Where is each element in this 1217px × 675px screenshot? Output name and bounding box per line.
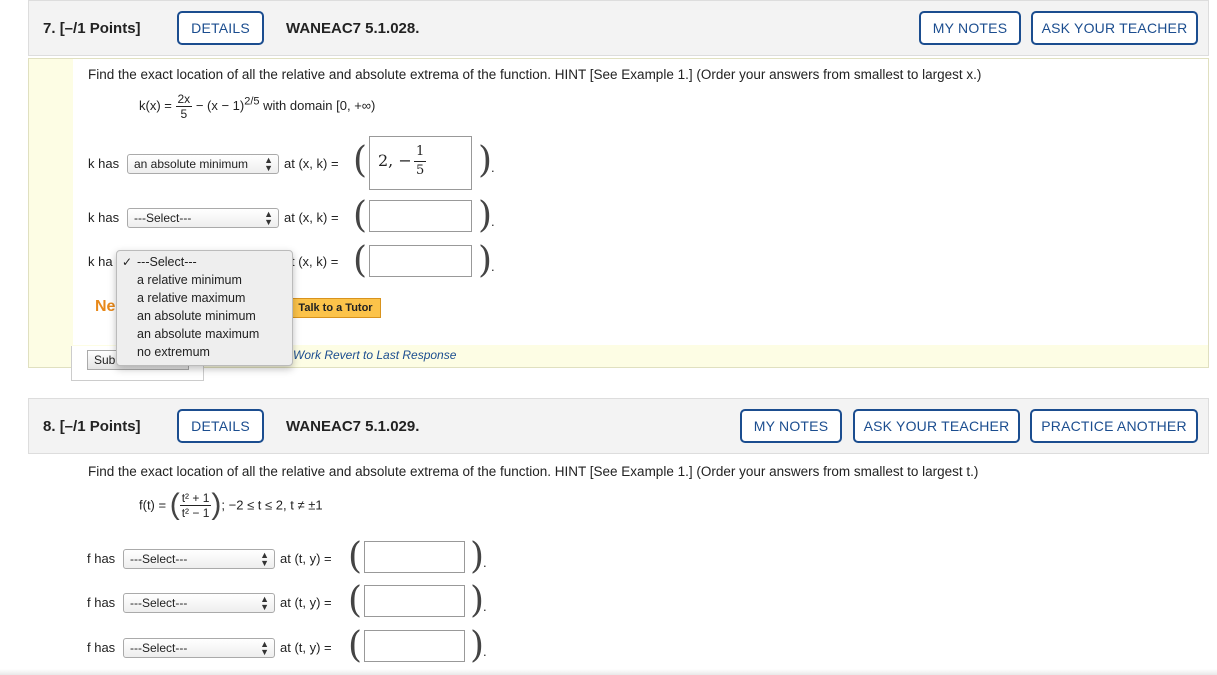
select-arrows-icon: ▲ ▼ xyxy=(264,209,273,227)
dropdown-option[interactable]: no extremum xyxy=(137,345,210,359)
row-prefix: k has xyxy=(88,210,120,225)
row-at-label: t (x, k) = xyxy=(291,254,339,269)
dropdown-option[interactable]: a relative minimum xyxy=(137,273,242,287)
answer-box[interactable] xyxy=(369,245,472,277)
period: . xyxy=(491,160,495,175)
formula-fraction: 2x 5 xyxy=(175,92,193,121)
details-button[interactable]: DETAILS xyxy=(177,11,264,45)
row-prefix: f has xyxy=(87,551,116,566)
extremum-type-dropdown: ✓ ---Select--- a relative minimum a rela… xyxy=(116,250,293,366)
left-paren: ( xyxy=(353,240,368,281)
practice-another-button[interactable]: PRACTICE ANOTHER xyxy=(1030,409,1198,443)
dropdown-option[interactable]: an absolute maximum xyxy=(137,327,259,341)
right-paren: ) xyxy=(478,240,493,281)
answer-value: 2, − xyxy=(378,151,412,170)
dropdown-option[interactable]: ---Select--- xyxy=(137,255,197,269)
row-prefix: k has xyxy=(88,156,120,171)
left-paren: ( xyxy=(348,536,363,577)
question-7-header: 7. [–/1 Points] DETAILS WANEAC7 5.1.028.… xyxy=(28,0,1209,56)
extremum-type-select[interactable]: an absolute minimum ▲ ▼ xyxy=(127,154,279,174)
question-8-header: 8. [–/1 Points] DETAILS WANEAC7 5.1.029.… xyxy=(28,398,1209,454)
extremum-type-select[interactable]: ---Select--- ▲ ▼ xyxy=(123,549,275,569)
question-8-code: WANEAC7 5.1.029. xyxy=(286,418,420,435)
row-prefix: f has xyxy=(87,595,116,610)
formula-left-paren: ( xyxy=(169,488,180,521)
select-arrows-icon: ▲ ▼ xyxy=(260,594,269,612)
dropdown-option[interactable]: a relative maximum xyxy=(137,291,245,305)
question-7-number: 7. [–/1 Points] xyxy=(43,20,141,37)
formula-fraction: t² + 1 t² − 1 xyxy=(179,490,212,520)
answer-box[interactable] xyxy=(369,200,472,232)
answer-box[interactable]: 2, − 15 xyxy=(369,136,472,190)
question-7-prompt: Find the exact location of all the relat… xyxy=(88,67,982,82)
checkmark-icon: ✓ xyxy=(122,255,133,269)
select-arrows-icon: ▲ ▼ xyxy=(264,155,273,173)
right-paren: ) xyxy=(470,625,485,666)
row-prefix: k ha xyxy=(88,254,113,269)
question-8-formula: f(t) = (t² + 1 t² − 1); −2 ≤ t ≤ 2, t ≠ ±… xyxy=(139,488,323,521)
left-paren: ( xyxy=(348,625,363,666)
row-prefix: f has xyxy=(87,640,116,655)
row-at-label: at (t, y) = xyxy=(280,551,332,566)
row-at-label: at (t, y) = xyxy=(280,595,332,610)
question-8-number: 8. [–/1 Points] xyxy=(43,418,141,435)
formula-right-paren: ) xyxy=(211,488,222,521)
details-button[interactable]: DETAILS xyxy=(177,409,264,443)
question-7-formula: k(x) = 2x 5 − (x − 1)2/5 with domain [0, … xyxy=(139,92,376,121)
right-paren: ) xyxy=(470,536,485,577)
right-paren: ) xyxy=(478,140,493,181)
left-paren: ( xyxy=(348,580,363,621)
ask-your-teacher-button[interactable]: ASK YOUR TEACHER xyxy=(853,409,1020,443)
dropdown-option[interactable]: an absolute minimum xyxy=(137,309,256,323)
my-notes-button[interactable]: MY NOTES xyxy=(919,11,1021,45)
question-7-code: WANEAC7 5.1.028. xyxy=(286,20,420,37)
talk-to-tutor-button[interactable]: Talk to a Tutor xyxy=(290,298,381,318)
answer-box[interactable] xyxy=(364,585,465,617)
extremum-type-select[interactable]: ---Select--- ▲ ▼ xyxy=(127,208,279,228)
extremum-type-select[interactable]: ---Select--- ▲ ▼ xyxy=(123,638,275,658)
question-8-prompt: Find the exact location of all the relat… xyxy=(88,464,979,479)
left-paren: ( xyxy=(353,195,368,236)
my-notes-button[interactable]: MY NOTES xyxy=(740,409,842,443)
period: . xyxy=(483,599,487,614)
left-paren: ( xyxy=(353,140,368,181)
select-arrows-icon: ▲ ▼ xyxy=(260,550,269,568)
answer-fraction: 15 xyxy=(414,144,427,178)
period: . xyxy=(483,644,487,659)
select-arrows-icon: ▲ ▼ xyxy=(260,639,269,657)
revert-to-last-response-link[interactable]: Work Revert to Last Response xyxy=(293,348,456,362)
row-at-label: at (t, y) = xyxy=(280,640,332,655)
period: . xyxy=(491,259,495,274)
period: . xyxy=(483,555,487,570)
row-at-label: at (x, k) = xyxy=(284,210,339,225)
page-bottom-edge xyxy=(0,669,1217,675)
ask-your-teacher-button[interactable]: ASK YOUR TEACHER xyxy=(1031,11,1198,45)
need-help-label: Ne xyxy=(95,298,116,315)
right-paren: ) xyxy=(478,195,493,236)
extremum-type-select[interactable]: ---Select--- ▲ ▼ xyxy=(123,593,275,613)
answer-box[interactable] xyxy=(364,541,465,573)
period: . xyxy=(491,214,495,229)
right-paren: ) xyxy=(470,580,485,621)
row-at-label: at (x, k) = xyxy=(284,156,339,171)
answer-box[interactable] xyxy=(364,630,465,662)
